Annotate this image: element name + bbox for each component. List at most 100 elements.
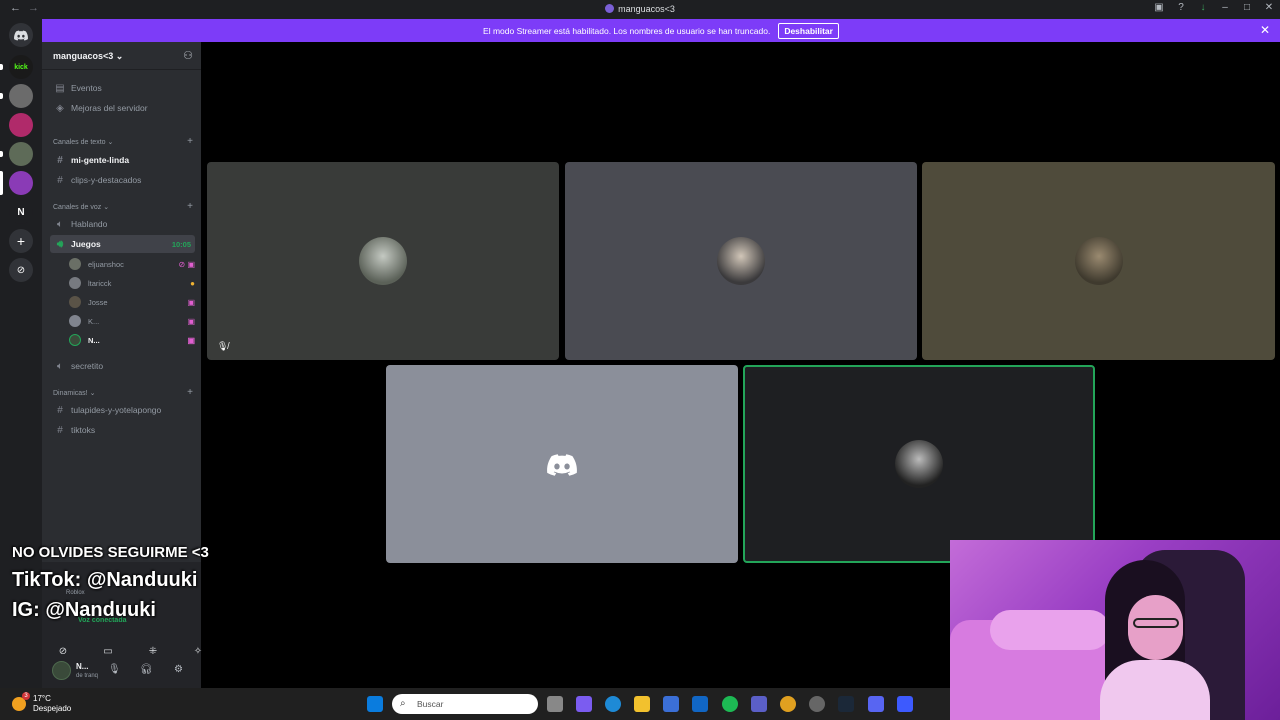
server-manguacos-icon[interactable] — [9, 171, 33, 195]
add-server-icon[interactable]: + — [9, 229, 33, 253]
avatar — [69, 277, 81, 289]
voice-channel-juegos[interactable]: 🔊︎ Juegos 10:05 — [50, 235, 195, 253]
server-unread-pill — [0, 93, 3, 99]
add-channel-icon[interactable]: + — [187, 136, 193, 147]
events-item[interactable]: ▤ Eventos — [50, 79, 195, 97]
participant-avatar — [895, 440, 943, 488]
voice-member-self[interactable]: N... ▣ — [69, 331, 195, 349]
settings-gear-icon[interactable]: ⚙ — [174, 664, 183, 675]
task-view-icon[interactable] — [547, 696, 563, 712]
category-dynamic[interactable]: Dinamicas! ⌄ + — [53, 387, 193, 398]
guild-header[interactable]: manguacos<3 ⌄ ⚇ — [42, 42, 201, 70]
discord-logo-icon — [547, 454, 577, 481]
server-kick-icon[interactable]: kick — [9, 55, 33, 79]
streamer-mode-banner: El modo Streamer está habilitado. Los no… — [42, 19, 1280, 42]
guild-name: manguacos<3 ⌄ — [53, 51, 124, 61]
server-2-icon[interactable] — [9, 84, 33, 108]
microphone-icon[interactable]: 🎙︎ — [108, 664, 121, 675]
user-avatar[interactable] — [52, 661, 71, 680]
windows-start-icon[interactable] — [367, 696, 383, 712]
add-channel-icon[interactable]: + — [187, 387, 193, 398]
file-explorer-icon[interactable] — [634, 696, 650, 712]
chrome-icon[interactable] — [780, 696, 796, 712]
channel-clips-y-destacados[interactable]: # clips-y-destacados — [50, 171, 195, 189]
disable-button[interactable]: Deshabilitar — [778, 22, 839, 39]
server-3-icon[interactable] — [9, 113, 33, 137]
category-voice-channels[interactable]: Canales de voz ⌄ + — [53, 201, 193, 212]
speaker-icon: 🔈︎ — [57, 218, 63, 230]
category-text-channels[interactable]: Canales de texto ⌄ + — [53, 136, 193, 147]
app-taskbar-icon[interactable] — [897, 696, 913, 712]
activity-icon: ● — [190, 278, 195, 288]
server-unread-pill — [0, 151, 3, 157]
voice-member[interactable]: eljuanshoc ⊘ ▣ — [69, 255, 195, 273]
headphones-icon[interactable]: 🎧︎ — [140, 664, 153, 675]
avatar — [69, 334, 81, 346]
channel-tulapides[interactable]: # tulapides-y-yotelapongo — [50, 401, 195, 419]
participant-tile-default-avatar[interactable] — [386, 365, 738, 563]
invite-people-icon[interactable]: ⚇ — [183, 49, 193, 62]
minimize-button[interactable]: – — [1214, 2, 1236, 13]
close-window-button[interactable]: ✕ — [1258, 2, 1280, 13]
discord-home-icon[interactable] — [9, 23, 33, 47]
teams-icon[interactable] — [751, 696, 767, 712]
webcam-pillow — [990, 610, 1110, 650]
avatar — [69, 258, 81, 270]
store-icon[interactable] — [663, 696, 679, 712]
webcam-glasses — [1133, 618, 1179, 628]
hash-icon: # — [57, 154, 63, 166]
steam-icon[interactable] — [838, 696, 854, 712]
participant-tile[interactable] — [922, 162, 1275, 360]
participant-tile-speaking[interactable] — [743, 365, 1095, 563]
channel-mi-gente-linda[interactable]: # mi-gente-linda — [50, 151, 195, 169]
title-bar: ← → manguacos<3 ▣ ? ↓ – □ ✕ — [0, 0, 1280, 19]
discord-taskbar-icon[interactable] — [868, 696, 884, 712]
server-n-icon[interactable]: N — [9, 200, 33, 224]
taskbar-search[interactable]: ⌕ Buscar — [392, 694, 538, 714]
edge-icon[interactable] — [605, 696, 621, 712]
server-boosts-item[interactable]: ◈ Mejoras del servidor — [50, 99, 195, 117]
webcam-overlay — [950, 540, 1280, 720]
user-name: N... — [76, 662, 89, 671]
participant-tile[interactable]: 🎙︎̸ — [207, 162, 559, 360]
participant-avatar — [717, 237, 765, 285]
weather-widget[interactable]: 3 17°C Despejado — [12, 692, 72, 714]
channel-tiktoks[interactable]: # tiktoks — [50, 421, 195, 439]
mail-icon[interactable] — [692, 696, 708, 712]
stream-icon: ▣ — [187, 316, 195, 326]
app-icon[interactable] — [809, 696, 825, 712]
search-icon: ⌕ — [400, 698, 406, 709]
voice-member[interactable]: Josse ▣ — [69, 293, 195, 311]
server-selected-pill — [0, 171, 3, 195]
server-4-icon[interactable] — [9, 142, 33, 166]
calendar-icon: ▤ — [55, 82, 65, 94]
voice-member[interactable]: K... ▣ — [69, 312, 195, 330]
explore-icon[interactable]: ⊘ — [9, 258, 33, 282]
muted-icon: 🎙︎̸ — [217, 341, 229, 351]
avatar — [69, 296, 81, 308]
voice-timer: 10:05 — [171, 239, 191, 249]
overlay-line-2: TikTok: @Nanduuki — [12, 569, 198, 591]
banner-text: El modo Streamer está habilitado. Los no… — [483, 25, 771, 36]
voice-channel-secretito[interactable]: 🔈︎ secretito — [50, 357, 195, 375]
add-channel-icon[interactable]: + — [187, 201, 193, 212]
voice-member[interactable]: ltaricck ● — [69, 274, 195, 292]
close-banner-icon[interactable]: ✕ — [1260, 23, 1270, 37]
inbox-icon[interactable]: ▣ — [1148, 2, 1170, 13]
download-icon[interactable]: ↓ — [1192, 2, 1214, 13]
voice-channel-hablando[interactable]: 🔈︎ Hablando — [50, 215, 195, 233]
server-unread-pill — [0, 64, 3, 70]
user-panel: N... de tranq 🎙︎ 🎧︎ ⚙ — [42, 654, 201, 688]
maximize-button[interactable]: □ — [1236, 2, 1258, 13]
stream-icon: ▣ — [187, 297, 195, 307]
weather-condition: Despejado — [33, 704, 72, 713]
stream-icon: ▣ — [187, 335, 195, 345]
participant-tile[interactable] — [565, 162, 917, 360]
copilot-icon[interactable] — [576, 696, 592, 712]
spotify-icon[interactable] — [722, 696, 738, 712]
hash-icon: # — [57, 424, 63, 436]
avatar — [69, 315, 81, 327]
server-icon — [605, 4, 615, 13]
participant-avatar — [1074, 237, 1123, 285]
help-icon[interactable]: ? — [1170, 2, 1192, 13]
